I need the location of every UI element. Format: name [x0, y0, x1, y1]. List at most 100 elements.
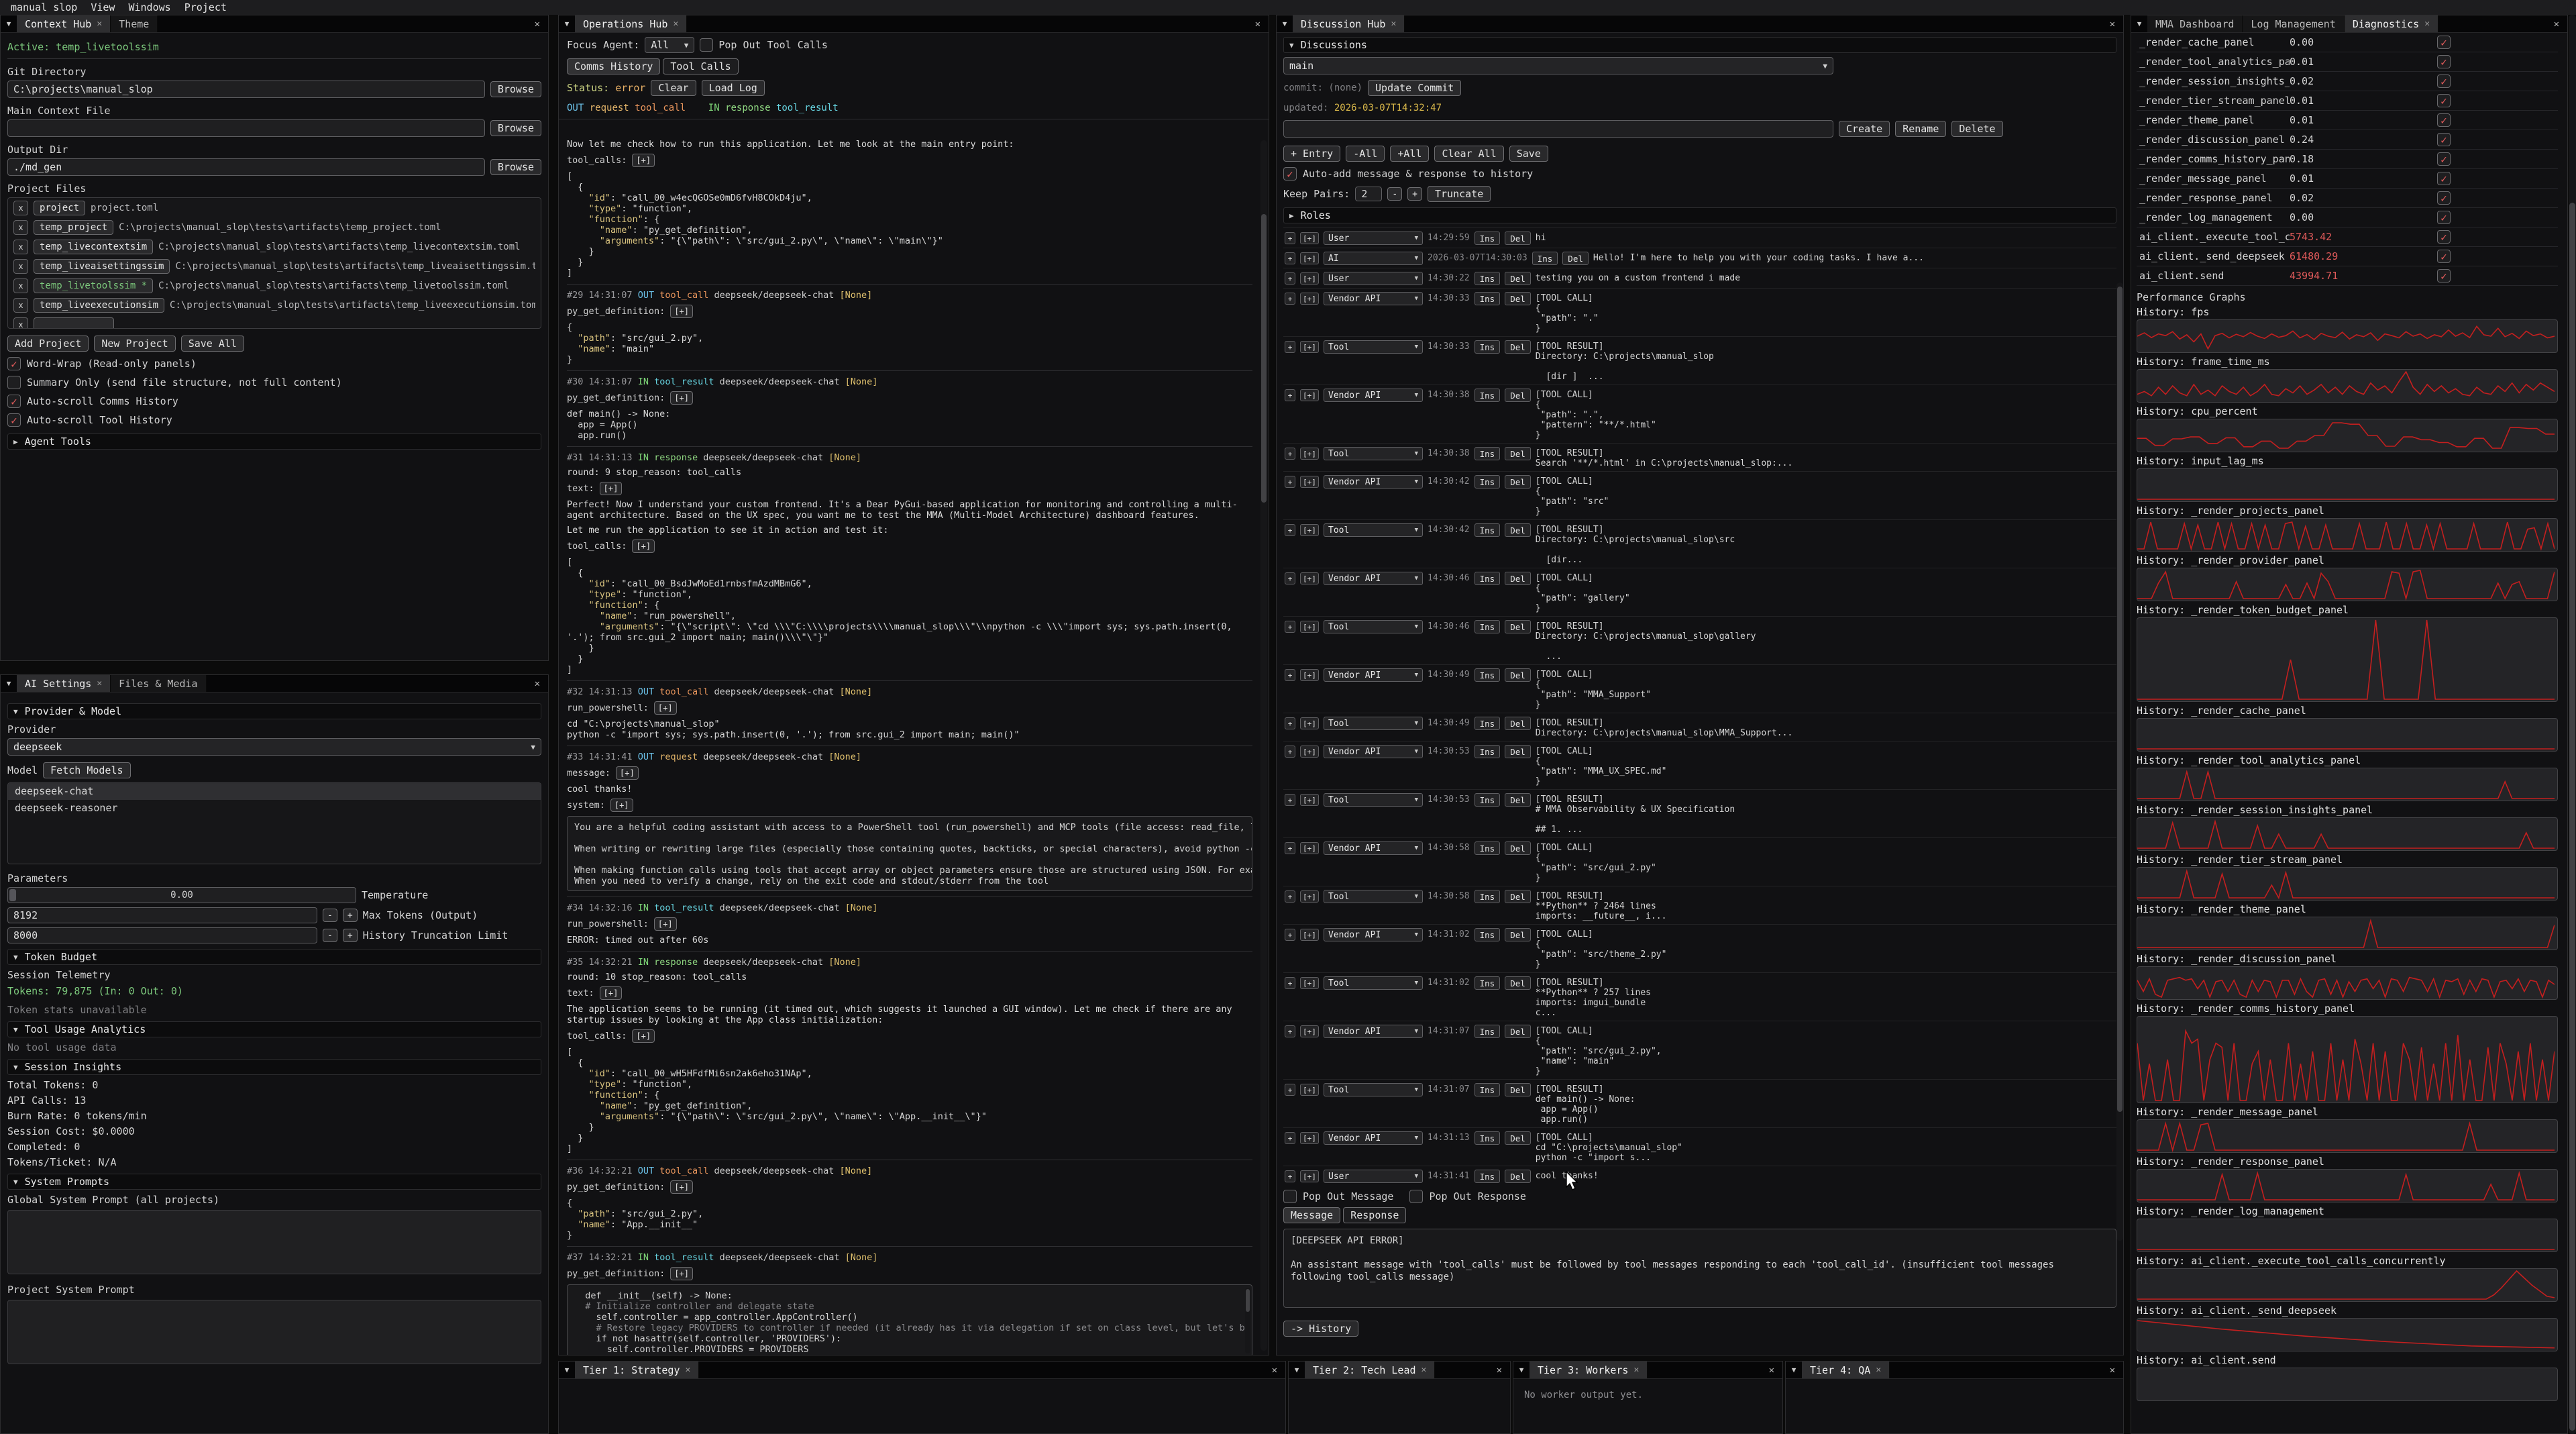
del-button[interactable]: Del [1505, 523, 1531, 537]
keep-pairs-plus-button[interactable]: + [1407, 187, 1422, 201]
role-select[interactable]: Tool▼ [1324, 976, 1423, 990]
expand-button[interactable]: [+] [670, 391, 693, 405]
menu-windows[interactable]: Windows [123, 1, 176, 13]
output-dir-input[interactable]: ./md_gen [7, 158, 485, 176]
role-select[interactable]: Tool▼ [1324, 523, 1423, 537]
comms-history-log[interactable]: Now let me check how to run this applica… [559, 134, 1260, 1355]
ins-button[interactable]: Ins [1532, 252, 1558, 265]
del-button[interactable]: Del [1505, 1131, 1531, 1145]
expand-entry-button[interactable]: [+] [1300, 842, 1319, 854]
expand-entry-button[interactable]: [+] [1300, 232, 1319, 244]
diagnostic-checkbox[interactable]: ✓ [2437, 113, 2451, 127]
expand-entry-button[interactable]: [+] [1300, 1132, 1319, 1144]
insert-above-button[interactable]: + [1285, 448, 1295, 460]
window-scrollbar-thumb[interactable] [2569, 203, 2575, 1431]
tab-close-icon[interactable]: ✕ [686, 1365, 691, 1375]
checkbox[interactable]: ✓ [7, 357, 21, 370]
insert-above-button[interactable]: + [1285, 1084, 1295, 1096]
clear-all-button[interactable]: Clear All [1434, 146, 1503, 162]
remove-file-button[interactable]: x [13, 201, 28, 215]
del-button[interactable]: Del [1505, 620, 1531, 633]
ins-button[interactable]: Ins [1474, 232, 1501, 245]
ins-button[interactable]: Ins [1474, 1083, 1501, 1096]
rename-button[interactable]: Rename [1895, 121, 1946, 137]
expand-entry-button[interactable]: [+] [1300, 717, 1319, 729]
history-trunc-minus-button[interactable]: - [323, 929, 337, 942]
tab-message[interactable]: Message [1283, 1207, 1340, 1223]
tab-close-icon[interactable]: ✕ [1633, 1365, 1639, 1375]
popout-message-checkbox[interactable] [1283, 1190, 1297, 1203]
token-budget-section[interactable]: ▼Token Budget [7, 949, 541, 965]
tab-operations-hub[interactable]: Operations Hub✕ [575, 15, 687, 32]
agent-tools-section[interactable]: ▶ Agent Tools [7, 433, 541, 450]
insert-above-button[interactable]: + [1285, 929, 1295, 941]
-all-button[interactable]: +All [1390, 146, 1429, 162]
insert-above-button[interactable]: + [1285, 1170, 1295, 1182]
tab-ai-settings[interactable]: AI Settings✕ [17, 675, 111, 692]
expand-button[interactable]: [+] [610, 799, 633, 812]
del-button[interactable]: Del [1505, 745, 1531, 758]
max-tokens-input[interactable]: 8192 [7, 907, 317, 923]
load-log-button[interactable]: Load Log [702, 80, 765, 96]
ins-button[interactable]: Ins [1474, 668, 1501, 682]
file-chip-button[interactable]: temp_liveexecutionsim [34, 298, 164, 313]
tab-tool-calls[interactable]: Tool Calls [663, 58, 738, 74]
tab-tier2[interactable]: Tier 2: Tech Lead✕ [1305, 1362, 1435, 1378]
menu-view[interactable]: View [85, 1, 120, 13]
collapse-icon[interactable]: ▼ [1277, 15, 1293, 32]
collapse-icon[interactable]: ▼ [559, 15, 575, 32]
expand-button[interactable]: [+] [670, 1180, 693, 1194]
role-select[interactable]: Vendor API▼ [1324, 745, 1423, 758]
ins-button[interactable]: Ins [1474, 1170, 1501, 1183]
expand-entry-button[interactable]: [+] [1300, 977, 1319, 989]
expand-button[interactable]: [+] [670, 305, 693, 318]
role-select[interactable]: User▼ [1324, 272, 1423, 285]
max-tokens-minus-button[interactable]: - [323, 909, 337, 922]
discussion-entries-list[interactable]: +[+]User▼14:29:59InsDelhi+[+]AI▼2026-03-… [1283, 227, 2116, 1186]
ins-button[interactable]: Ins [1474, 272, 1501, 285]
window-scrollbar[interactable] [2569, 15, 2576, 1434]
tab-close-icon[interactable]: ✕ [673, 19, 678, 29]
role-select[interactable]: Vendor API▼ [1324, 475, 1423, 489]
model-option[interactable]: deepseek-chat [8, 783, 541, 800]
insert-above-button[interactable]: + [1285, 717, 1295, 729]
provider-model-section[interactable]: ▼Provider & Model [7, 703, 541, 719]
del-button[interactable]: Del [1562, 252, 1589, 265]
remove-file-button[interactable]: x [13, 240, 28, 254]
popout-response-checkbox[interactable] [1409, 1190, 1423, 1203]
discussion-name-input[interactable] [1283, 120, 1833, 138]
remove-file-button[interactable]: x [13, 298, 28, 313]
ins-button[interactable]: Ins [1474, 928, 1501, 941]
role-select[interactable]: Vendor API▼ [1324, 841, 1423, 855]
expand-entry-button[interactable]: [+] [1300, 1025, 1319, 1037]
tab-mma-dashboard[interactable]: MMA Dashboard [2147, 15, 2243, 32]
insert-above-button[interactable]: + [1285, 842, 1295, 854]
ins-button[interactable]: Ins [1474, 523, 1501, 537]
autoadd-checkbox[interactable]: ✓ [1283, 167, 1297, 181]
ins-button[interactable]: Ins [1474, 793, 1501, 807]
expand-entry-button[interactable]: [+] [1300, 341, 1319, 353]
expand-button[interactable]: [+] [616, 766, 639, 780]
provider-select[interactable]: deepseek▼ [7, 738, 541, 756]
menu-project[interactable]: Project [179, 1, 232, 13]
role-select[interactable]: Tool▼ [1324, 340, 1423, 354]
ins-button[interactable]: Ins [1474, 745, 1501, 758]
collapse-icon[interactable]: ▼ [1786, 1362, 1802, 1378]
expand-entry-button[interactable]: [+] [1300, 621, 1319, 633]
ins-button[interactable]: Ins [1474, 890, 1501, 903]
tab-files-media[interactable]: Files & Media [111, 675, 206, 692]
del-button[interactable]: Del [1505, 841, 1531, 855]
tab-close-icon[interactable]: ✕ [97, 678, 102, 688]
tab-discussion-hub[interactable]: Discussion Hub✕ [1293, 15, 1405, 32]
save-all-button[interactable]: Save All [181, 336, 244, 352]
tab-close-icon[interactable]: ✕ [1391, 19, 1396, 29]
role-select[interactable]: Tool▼ [1324, 717, 1423, 730]
ops-scrollbar[interactable] [1260, 140, 1267, 1351]
ins-button[interactable]: Ins [1474, 292, 1501, 305]
ins-button[interactable]: Ins [1474, 475, 1501, 489]
del-button[interactable]: Del [1505, 1170, 1531, 1183]
expand-entry-button[interactable]: [+] [1300, 252, 1319, 264]
diagnostic-checkbox[interactable]: ✓ [2437, 230, 2451, 244]
diagnostic-checkbox[interactable]: ✓ [2437, 191, 2451, 205]
to-history-button[interactable]: -> History [1283, 1321, 1358, 1337]
